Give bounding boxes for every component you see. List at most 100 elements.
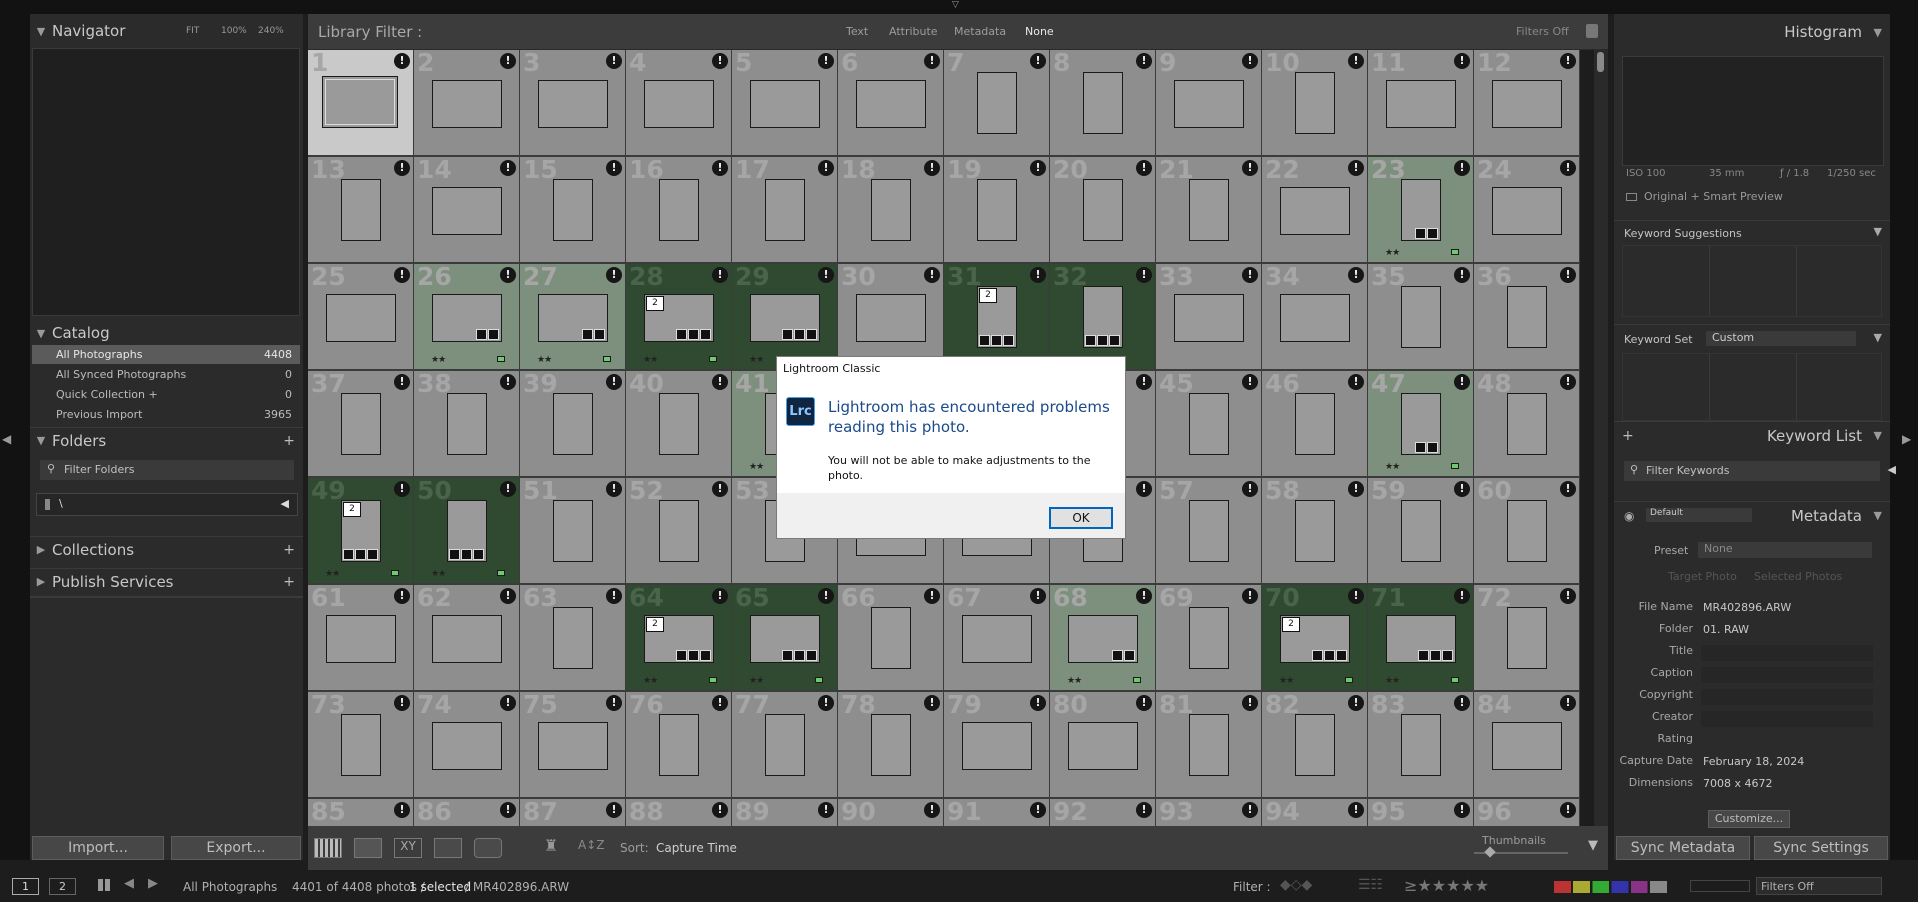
missing-photo-icon[interactable]: ! <box>1454 374 1470 390</box>
missing-photo-icon[interactable]: ! <box>1454 53 1470 69</box>
collapse-triangle-icon[interactable]: ▼ <box>1874 225 1882 238</box>
photo-cell[interactable]: 63! <box>519 583 626 691</box>
selected-photos-tab[interactable]: Selected Photos <box>1754 570 1842 583</box>
missing-photo-icon[interactable]: ! <box>1030 160 1046 176</box>
drive-expand-icon[interactable]: ◀ <box>281 497 289 510</box>
toolbar-menu-icon[interactable]: ▼ <box>1588 838 1598 853</box>
add-collection-icon[interactable]: + <box>283 542 295 558</box>
missing-photo-icon[interactable]: ! <box>1242 802 1258 818</box>
photo-cell[interactable]: 50! ★★ <box>413 476 520 584</box>
photo-thumbnail[interactable] <box>765 179 805 241</box>
photo-cell[interactable]: 19! <box>943 155 1050 263</box>
missing-photo-icon[interactable]: ! <box>394 695 410 711</box>
photo-thumbnail[interactable] <box>341 393 381 455</box>
missing-photo-icon[interactable]: ! <box>818 267 834 283</box>
photo-cell[interactable]: 9! <box>1155 50 1262 156</box>
metadata-header[interactable]: ◉ Default Metadata ▼ <box>1614 501 1890 529</box>
screen-2-button[interactable]: 2 <box>49 878 76 895</box>
missing-photo-icon[interactable]: ! <box>394 374 410 390</box>
missing-photo-icon[interactable]: ! <box>1560 267 1576 283</box>
photo-cell[interactable]: 17! <box>731 155 838 263</box>
photo-thumbnail[interactable] <box>432 187 502 235</box>
missing-photo-icon[interactable]: ! <box>924 160 940 176</box>
photo-thumbnail[interactable] <box>871 179 911 241</box>
photo-thumbnail[interactable] <box>856 294 926 342</box>
photo-cell[interactable]: 93! <box>1155 797 1262 826</box>
photo-cell[interactable]: 91! <box>943 797 1050 826</box>
missing-photo-icon[interactable]: ! <box>606 802 622 818</box>
photo-cell[interactable]: 14! <box>413 155 520 263</box>
preview-status-icon[interactable] <box>1626 193 1637 201</box>
missing-photo-icon[interactable]: ! <box>924 802 940 818</box>
color-label-filter[interactable] <box>1554 881 1674 893</box>
copyright-field[interactable] <box>1701 689 1873 705</box>
photo-thumbnail[interactable] <box>1083 179 1123 241</box>
export-button[interactable]: Export... <box>171 836 301 860</box>
missing-photo-icon[interactable]: ! <box>1348 374 1364 390</box>
lock-icon[interactable] <box>1586 24 1598 38</box>
flag-filter-icon[interactable]: ◆◇◆ <box>1280 877 1312 893</box>
screen-1-button[interactable]: 1 <box>12 878 39 895</box>
catalog-header[interactable]: ▼ Catalog <box>30 320 303 346</box>
missing-photo-icon[interactable]: ! <box>1136 588 1152 604</box>
photo-thumbnail[interactable] <box>553 500 593 562</box>
rating-field[interactable] <box>1701 733 1873 749</box>
folders-header[interactable]: ▼ Folders + <box>30 427 303 453</box>
missing-photo-icon[interactable]: ! <box>1030 802 1046 818</box>
filter-preset-dropdown[interactable]: Filters Off <box>1516 25 1569 38</box>
missing-photo-icon[interactable]: ! <box>1348 802 1364 818</box>
photo-cell[interactable]: 86! <box>413 797 520 826</box>
photo-cell[interactable]: 87! <box>519 797 626 826</box>
missing-photo-icon[interactable]: ! <box>1560 374 1576 390</box>
title-field[interactable] <box>1701 645 1873 661</box>
missing-photo-icon[interactable]: ! <box>606 374 622 390</box>
missing-photo-icon[interactable]: ! <box>1454 588 1470 604</box>
add-folder-icon[interactable]: + <box>283 433 295 449</box>
photo-cell[interactable]: 73! <box>308 690 414 798</box>
photo-thumbnail[interactable] <box>962 722 1032 770</box>
photo-cell[interactable]: 66! <box>837 583 944 691</box>
photo-thumbnail[interactable] <box>659 393 699 455</box>
photo-cell[interactable]: 5! <box>731 50 838 156</box>
catalog-item-all-photographs[interactable]: All Photographs 4408 <box>32 345 300 364</box>
star-rating[interactable]: ★★ <box>1385 676 1400 686</box>
missing-photo-icon[interactable]: ! <box>606 53 622 69</box>
add-keyword-icon[interactable]: + <box>1622 428 1634 444</box>
photo-thumbnail[interactable] <box>1492 187 1562 235</box>
photo-thumbnail[interactable] <box>765 714 805 776</box>
photo-cell[interactable]: 23! ★★ <box>1367 155 1474 263</box>
missing-photo-icon[interactable]: ! <box>500 374 516 390</box>
missing-photo-icon[interactable]: ! <box>1454 802 1470 818</box>
photo-thumbnail[interactable] <box>856 80 926 128</box>
missing-photo-icon[interactable]: ! <box>818 53 834 69</box>
photo-cell[interactable]: 32! <box>1049 262 1156 370</box>
missing-photo-icon[interactable]: ! <box>1242 588 1258 604</box>
photo-cell[interactable]: 64! 2 ★★ <box>625 583 732 691</box>
missing-photo-icon[interactable]: ! <box>500 695 516 711</box>
photo-thumbnail[interactable] <box>341 179 381 241</box>
photo-cell[interactable]: 57! <box>1155 476 1262 584</box>
missing-photo-icon[interactable]: ! <box>1348 53 1364 69</box>
photo-cell[interactable]: 7! <box>943 50 1050 156</box>
filter-folders-input[interactable]: ⚲ Filter Folders <box>40 460 294 480</box>
photo-cell[interactable]: 52! <box>625 476 732 584</box>
missing-photo-icon[interactable]: ! <box>1454 695 1470 711</box>
missing-photo-icon[interactable]: ! <box>712 53 728 69</box>
missing-photo-icon[interactable]: ! <box>500 53 516 69</box>
missing-photo-icon[interactable]: ! <box>1454 267 1470 283</box>
photo-cell[interactable]: 48! <box>1473 369 1580 477</box>
folder-drive-row[interactable]: \ ◀ <box>36 493 298 516</box>
missing-photo-icon[interactable]: ! <box>394 802 410 818</box>
photo-cell[interactable]: 61! <box>308 583 414 691</box>
photo-cell[interactable]: 37! <box>308 369 414 477</box>
missing-photo-icon[interactable]: ! <box>924 588 940 604</box>
photo-thumbnail[interactable] <box>326 615 396 663</box>
missing-photo-icon[interactable]: ! <box>1242 374 1258 390</box>
collapse-triangle-icon[interactable]: ▼ <box>1874 331 1882 344</box>
photo-cell[interactable]: 81! <box>1155 690 1262 798</box>
star-rating[interactable]: ★★ <box>643 355 658 365</box>
stack-count-badge[interactable]: 2 <box>646 296 664 311</box>
photo-cell[interactable]: 46! <box>1261 369 1368 477</box>
import-button[interactable]: Import... <box>32 836 164 860</box>
photo-thumbnail[interactable] <box>871 714 911 776</box>
